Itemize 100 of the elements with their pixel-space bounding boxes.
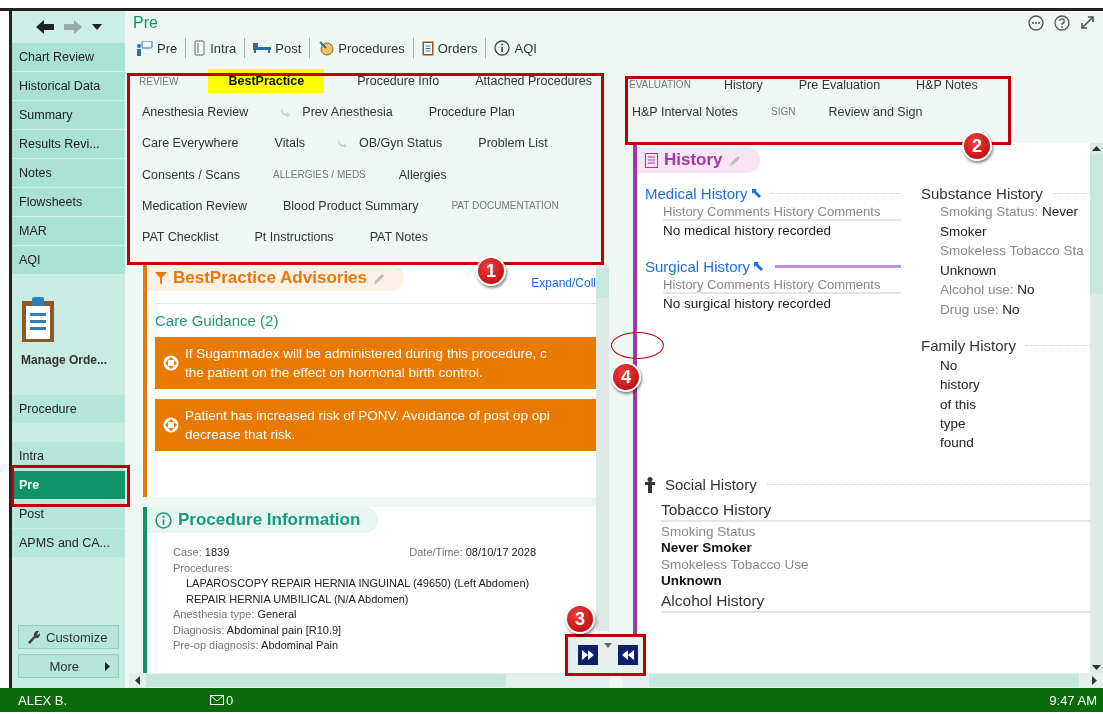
- vertical-scrollbar[interactable]: [1090, 143, 1103, 673]
- help-icon[interactable]: [1054, 15, 1070, 31]
- activity-link[interactable]: PAT Checklist: [139, 224, 222, 249]
- person-icon: [645, 477, 655, 493]
- activity-link[interactable]: Allergies: [395, 162, 450, 187]
- horizontal-scrollbar[interactable]: [623, 673, 1103, 688]
- activity-link[interactable]: H&P Interval Notes: [629, 99, 742, 124]
- substance-entry: Alcohol use: No: [940, 281, 1036, 299]
- activity-link[interactable]: History: [720, 72, 766, 97]
- section-label: PAT DOCUMENTATION: [451, 200, 559, 212]
- document-icon: [194, 40, 207, 56]
- scroll-up-icon[interactable]: [1092, 146, 1101, 151]
- info-field: Pre-op diagnosis: Abdominal Pain: [173, 638, 339, 654]
- expand-collapse-link[interactable]: Expand/Coll: [531, 276, 596, 290]
- scroll-left-icon[interactable]: [135, 676, 140, 685]
- activity-link[interactable]: Attached Procedures: [472, 69, 595, 93]
- activity-link[interactable]: Medication Review: [139, 193, 250, 218]
- activity-tab[interactable]: APMS and CA...: [12, 529, 125, 557]
- activity-link[interactable]: Vitals: [271, 131, 308, 156]
- toolbar-button[interactable]: Intra: [191, 40, 240, 56]
- horizontal-scrollbar[interactable]: [129, 673, 609, 688]
- double-right-arrow-icon: [581, 649, 595, 661]
- date-time-field: Date/Time: 08/10/17 2028: [409, 545, 537, 561]
- curved-arrow-icon: [337, 138, 348, 148]
- section-link[interactable]: Surgical History: [645, 258, 751, 275]
- sidebar-item[interactable]: MAR: [12, 217, 125, 246]
- activity-link[interactable]: Review and Sign: [825, 99, 926, 124]
- collapse-panel-button[interactable]: [618, 645, 638, 665]
- section-title: History: [664, 150, 723, 170]
- subsection-title: Tobacco History: [661, 501, 1090, 523]
- message-count: 0: [226, 692, 234, 708]
- section-title: Procedure Information: [178, 510, 361, 530]
- clock-time: 9:47 AM: [1049, 692, 1097, 708]
- section-link[interactable]: Medical History: [645, 185, 748, 202]
- more-button[interactable]: More: [18, 654, 119, 678]
- activity-link[interactable]: H&P Notes: [913, 72, 981, 97]
- wrench-icon: [27, 630, 41, 644]
- activity-link[interactable]: Procedure Info: [354, 69, 443, 93]
- activity-link[interactable]: Consents / Scans: [139, 162, 243, 187]
- activity-link[interactable]: Problem List: [475, 131, 551, 156]
- sidebar-item[interactable]: Flowsheets: [12, 188, 125, 217]
- activity-tab[interactable]: Procedure: [12, 395, 125, 423]
- procedure-entry: LAPAROSCOPY REPAIR HERNIA INGUINAL (49650) (Left Abdomen): [185, 576, 530, 591]
- sidebar-item[interactable]: AQI: [12, 246, 125, 275]
- arrow-icon[interactable]: [751, 189, 761, 198]
- section-label: REVIEW: [139, 75, 179, 87]
- sidebar-item[interactable]: Chart Review: [12, 43, 125, 72]
- expand-panel-button[interactable]: [578, 645, 598, 665]
- clipboard-icon[interactable]: [21, 297, 55, 343]
- activity-link[interactable]: Prev Anesthesia: [299, 100, 396, 125]
- toolbar-button[interactable]: Orders: [418, 40, 481, 56]
- vertical-scrollbar[interactable]: [596, 265, 609, 631]
- envelope-icon[interactable]: [210, 695, 224, 705]
- arrow-icon[interactable]: [754, 262, 764, 271]
- info-icon: [155, 511, 172, 529]
- manage-orders-label[interactable]: Manage Orde...: [21, 353, 125, 367]
- activity-link[interactable]: OB/Gyn Status: [355, 131, 446, 156]
- info-field: Anesthesia type: General: [173, 607, 297, 623]
- scroll-right-icon[interactable]: [1092, 676, 1097, 685]
- clipboard-icon: [421, 40, 434, 56]
- more-options-icon[interactable]: [1028, 15, 1044, 31]
- sidebar-item[interactable]: Results Revi...: [12, 130, 125, 159]
- advisory-text: If Sugammadex will be administered during this procedure, c the patient on the effect on hormonal birth control.: [185, 345, 547, 382]
- sidebar-item[interactable]: Notes: [12, 159, 125, 188]
- history-text: No medical history recorded: [663, 223, 833, 238]
- toolbar-button[interactable]: Procedures: [315, 40, 408, 56]
- section-label: ALLERGIES / MEDS: [272, 169, 366, 181]
- scroll-down-icon[interactable]: [1092, 665, 1101, 670]
- move-arrows-icon: [163, 355, 179, 371]
- activity-link[interactable]: Care Everywhere: [139, 131, 242, 156]
- activity-link[interactable]: Pre Evaluation: [795, 72, 884, 97]
- activity-link[interactable]: Pt Instructions: [251, 224, 337, 249]
- speech-bubble-icon: [136, 40, 153, 56]
- info-field: Diagnosis: Abdominal pain [R10.9]: [173, 622, 342, 638]
- activity-title: Pre: [133, 14, 158, 32]
- field-label: Smoking Status: [661, 524, 757, 540]
- expand-icon[interactable]: [1080, 15, 1095, 30]
- field-label: Smokeless Tobacco Use: [661, 557, 810, 573]
- back-arrow-icon[interactable]: [35, 20, 54, 34]
- subsection-title: Alcohol History: [661, 592, 1090, 614]
- substance-entry: Drug use: No: [940, 300, 1021, 319]
- toolbar-button[interactable]: Post: [250, 40, 305, 56]
- notes-icon: [645, 152, 658, 168]
- activity-link[interactable]: Blood Product Summary: [279, 193, 422, 218]
- sidebar-item[interactable]: Summary: [12, 101, 125, 130]
- activity-link[interactable]: Anesthesia Review: [139, 100, 252, 125]
- toolbar-button[interactable]: AQI: [491, 40, 540, 56]
- comments-header: History Comments History Comments: [663, 277, 901, 294]
- activity-tab[interactable]: Pre: [12, 471, 125, 499]
- group-heading: Care Guidance (2): [155, 303, 596, 329]
- activity-link[interactable]: Procedure Plan: [425, 100, 518, 125]
- activity-link[interactable]: PAT Notes: [366, 224, 431, 249]
- substance-entry: Smoking Status: Never Smoker: [940, 203, 1080, 241]
- toolbar-button[interactable]: Pre: [133, 40, 181, 56]
- activity-tab[interactable]: Intra: [12, 442, 125, 470]
- field-value: Unknown: [661, 573, 723, 589]
- customize-button[interactable]: Customize: [18, 625, 119, 649]
- dropdown-caret-icon[interactable]: [91, 24, 102, 30]
- sidebar-item[interactable]: Historical Data: [12, 72, 125, 101]
- subsection-title: Substance History: [921, 185, 1043, 202]
